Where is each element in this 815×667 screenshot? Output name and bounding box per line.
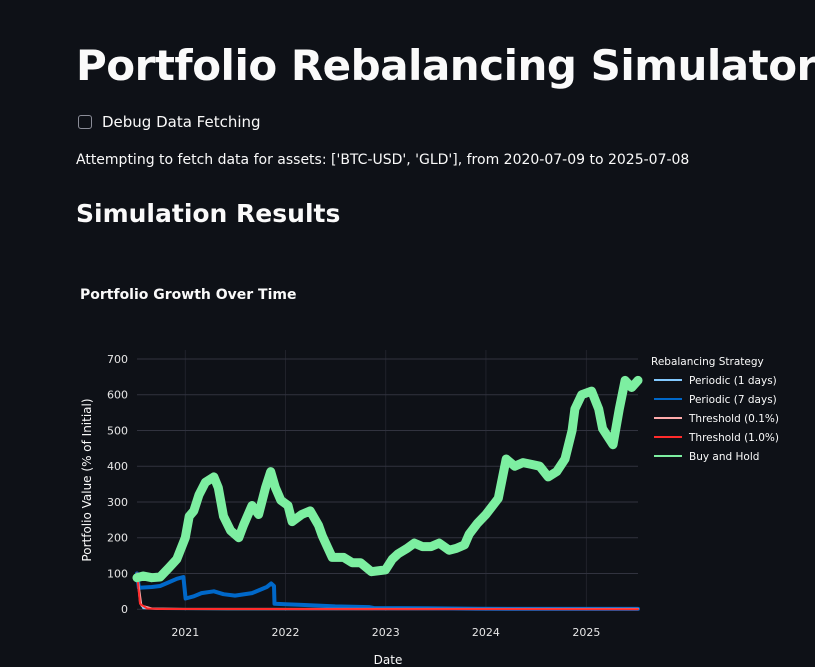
legend: Rebalancing Strategy Periodic (1 days) Pe… bbox=[651, 356, 779, 463]
x-tick-label: 2025 bbox=[572, 626, 600, 639]
y-tick-label: 100 bbox=[107, 567, 128, 580]
x-tick-label: 2021 bbox=[171, 626, 199, 639]
x-tick-label: 2023 bbox=[372, 626, 400, 639]
y-axis-title: Portfolio Value (% of Initial) bbox=[80, 398, 94, 561]
series-lines bbox=[132, 375, 643, 611]
legend-item[interactable]: Buy and Hold bbox=[689, 451, 759, 463]
x-tick-labels: 2021 2022 2023 2024 2025 bbox=[171, 626, 600, 639]
y-tick-label: 0 bbox=[121, 603, 128, 616]
legend-item[interactable]: Periodic (1 days) bbox=[689, 375, 777, 387]
checkbox-box[interactable] bbox=[78, 115, 92, 129]
y-tick-label: 300 bbox=[107, 496, 128, 509]
x-tick-label: 2024 bbox=[472, 626, 500, 639]
page-title: Portfolio Rebalancing Simulator bbox=[76, 41, 815, 90]
y-tick-label: 200 bbox=[107, 532, 128, 545]
chart-title: Portfolio Growth Over Time bbox=[80, 287, 297, 303]
chart-svg: Portfolio Growth Over Time 0 100 200 300 400… bbox=[80, 287, 779, 667]
legend-item[interactable]: Periodic (7 days) bbox=[689, 394, 777, 406]
y-tick-label: 500 bbox=[107, 424, 128, 437]
series-line-1[interactable] bbox=[135, 571, 640, 611]
y-tick-label: 600 bbox=[107, 389, 128, 402]
x-tick-label: 2022 bbox=[272, 626, 300, 639]
portfolio-growth-chart: Portfolio Growth Over Time 0 100 200 300 400… bbox=[0, 270, 815, 667]
series-line-4[interactable] bbox=[132, 375, 643, 583]
legend-title: Rebalancing Strategy bbox=[651, 356, 764, 368]
debug-data-fetching-checkbox[interactable]: Debug Data Fetching bbox=[78, 113, 261, 131]
y-tick-labels: 0 100 200 300 400 500 600 700 bbox=[107, 353, 128, 616]
y-tick-label: 400 bbox=[107, 460, 128, 473]
y-tick-label: 700 bbox=[107, 353, 128, 366]
fetch-status-message: Attempting to fetch data for assets: ['B… bbox=[76, 152, 690, 168]
legend-item[interactable]: Threshold (1.0%) bbox=[688, 432, 779, 444]
x-axis-title: Date bbox=[374, 653, 403, 667]
section-title-simulation-results: Simulation Results bbox=[76, 199, 341, 228]
debug-checkbox-label: Debug Data Fetching bbox=[102, 113, 261, 131]
legend-item[interactable]: Threshold (0.1%) bbox=[688, 413, 779, 425]
